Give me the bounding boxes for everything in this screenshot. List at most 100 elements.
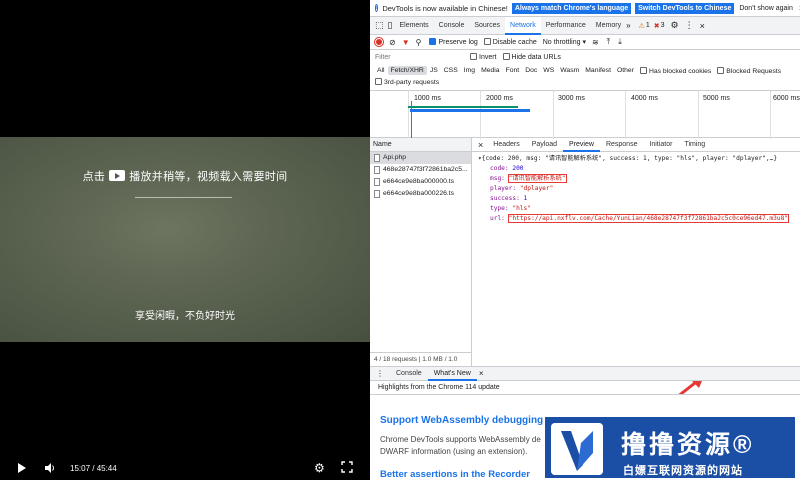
- timeline-grid-line: [625, 91, 626, 139]
- tab-console[interactable]: Console: [434, 17, 470, 35]
- tab-sources[interactable]: Sources: [469, 17, 505, 35]
- drawer-tabs: ⋮ Console What's New ×: [370, 366, 800, 381]
- export-har-icon[interactable]: ⤓: [618, 37, 622, 47]
- timeline-tick: 1000 ms: [414, 95, 441, 102]
- type-doc[interactable]: Doc: [522, 66, 540, 75]
- type-ws[interactable]: WS: [540, 66, 557, 75]
- tab-memory[interactable]: Memory: [591, 17, 626, 35]
- type-manifest[interactable]: Manifest: [582, 66, 614, 75]
- video-player[interactable]: 点击 播放并稍等，视频载入需要时间 享受闲暇，不负好时光 15:07 / 45:4…: [0, 0, 370, 480]
- search-icon[interactable]: ⚲: [416, 38, 422, 47]
- network-timeline[interactable]: 1000 ms 2000 ms 3000 ms 4000 ms 5000 ms …: [370, 90, 800, 139]
- request-list: Name Api.php 468e28747f3f72861ba2c5... e…: [370, 138, 472, 366]
- type-img[interactable]: Img: [461, 66, 478, 75]
- unchecked-icon: [483, 38, 491, 45]
- always-match-language-button[interactable]: Always match Chrome's language: [511, 2, 632, 14]
- device-toolbar-icon[interactable]: ▯: [388, 20, 393, 31]
- drawer-tab-console[interactable]: Console: [390, 367, 428, 381]
- tab-timing[interactable]: Timing: [678, 138, 711, 152]
- json-value-highlighted: "请讯智能解析系统": [507, 174, 567, 183]
- blocked-cookies-label: Has blocked cookies: [648, 67, 712, 75]
- file-icon: [374, 154, 380, 162]
- hint-divider: [135, 197, 232, 198]
- devtools-tabs: ⬚ ▯ Elements Console Sources Network Per…: [370, 16, 800, 35]
- timeline-bar-blue: [410, 109, 530, 112]
- request-row[interactable]: e664ce9e8ba000226.ts: [370, 188, 471, 200]
- timeline-tick: 5000 ms: [703, 95, 730, 102]
- tab-elements[interactable]: Elements: [394, 17, 433, 35]
- dont-show-again-button[interactable]: Don't show again: [739, 5, 792, 12]
- timeline-tick: 6000 ms: [773, 95, 800, 102]
- request-row[interactable]: e664ce9e8ba000000.ts: [370, 176, 471, 188]
- devtools-panel: i DevTools is now available in Chinese! …: [370, 0, 800, 480]
- switch-to-chinese-button[interactable]: Switch DevTools to Chinese: [635, 2, 735, 14]
- throttling-select[interactable]: No throttling ▾: [543, 38, 586, 46]
- close-detail-icon[interactable]: ×: [478, 140, 483, 150]
- network-toolbar: ⊘ ▼ ⚲ Preserve log Disable cache No thro…: [370, 35, 800, 50]
- third-party-label: 3rd-party requests: [384, 79, 440, 86]
- close-devtools-icon[interactable]: ×: [700, 21, 705, 31]
- drawer-menu-icon[interactable]: ⋮: [376, 369, 384, 378]
- unchecked-icon: [470, 53, 477, 60]
- request-row[interactable]: Api.php: [370, 152, 471, 164]
- infobar-message: DevTools is now available in Chinese!: [382, 3, 508, 13]
- type-css[interactable]: CSS: [441, 66, 461, 75]
- blocked-cookies-checkbox[interactable]: Has blocked cookies: [637, 66, 714, 76]
- tab-headers[interactable]: Headers: [487, 138, 525, 152]
- tab-response[interactable]: Response: [600, 138, 644, 152]
- json-value-highlighted[interactable]: "https://api.nxflv.com/Cache/YunLian/468…: [507, 214, 790, 223]
- import-har-icon[interactable]: ⤒: [607, 37, 611, 47]
- hide-data-urls-checkbox[interactable]: Hide data URLs: [502, 53, 561, 61]
- drawer-tab-whats-new[interactable]: What's New: [427, 367, 477, 381]
- more-tabs-icon[interactable]: »: [626, 21, 630, 30]
- type-js[interactable]: JS: [427, 66, 441, 75]
- tab-network[interactable]: Network: [505, 16, 541, 35]
- more-options-icon[interactable]: ⋮: [685, 20, 694, 31]
- type-font[interactable]: Font: [503, 66, 523, 75]
- record-icon[interactable]: [375, 38, 383, 46]
- disable-cache-checkbox[interactable]: Disable cache: [483, 38, 537, 46]
- type-media[interactable]: Media: [478, 66, 503, 75]
- feature-title[interactable]: Support WebAssembly debugging: [380, 415, 543, 426]
- filter-row: Invert Hide data URLs: [370, 50, 800, 64]
- fullscreen-icon[interactable]: [341, 461, 353, 473]
- request-name: e664ce9e8ba000226.ts: [383, 190, 455, 197]
- play-icon[interactable]: [18, 463, 26, 473]
- tab-preview[interactable]: Preview: [563, 138, 600, 152]
- filter-icon[interactable]: ▼: [402, 38, 410, 47]
- type-wasm[interactable]: Wasm: [557, 66, 582, 75]
- clear-icon[interactable]: ⊘: [389, 38, 396, 47]
- blocked-requests-checkbox[interactable]: Blocked Requests: [714, 66, 784, 76]
- settings-icon[interactable]: ⚙: [671, 20, 679, 31]
- json-key: player:: [490, 185, 520, 192]
- whats-new-subtitle: Highlights from the Chrome 114 update: [370, 381, 800, 395]
- type-fetch-xhr[interactable]: Fetch/XHR: [387, 66, 427, 75]
- settings-gear-icon[interactable]: ⚙: [314, 461, 325, 475]
- tab-performance[interactable]: Performance: [541, 17, 591, 35]
- close-drawer-tab-icon[interactable]: ×: [479, 369, 484, 378]
- type-all[interactable]: All: [374, 66, 388, 75]
- json-key: code:: [490, 165, 513, 172]
- hint-prefix: 点击: [82, 171, 106, 183]
- json-row-type: type: "hls": [478, 204, 800, 214]
- warning-icon[interactable]: ⚠: [639, 22, 645, 30]
- time-display: 15:07 / 45:44: [70, 464, 117, 473]
- inspect-icon[interactable]: ⬚: [375, 20, 384, 31]
- third-party-checkbox[interactable]: 3rd-party requests: [370, 78, 800, 90]
- network-conditions-icon[interactable]: ≋: [592, 38, 599, 47]
- error-icon[interactable]: ✖: [654, 22, 660, 30]
- filter-input[interactable]: [375, 53, 470, 61]
- feature-title[interactable]: Better assertions in the Recorder: [380, 469, 530, 480]
- type-other[interactable]: Other: [614, 66, 637, 75]
- invert-checkbox[interactable]: Invert: [470, 53, 497, 61]
- json-summary-row[interactable]: ▾{code: 200, msg: "请讯智能解析系统", success: 1…: [478, 154, 800, 164]
- request-name: 468e28747f3f72861ba2c5...: [383, 166, 468, 173]
- player-controls: 15:07 / 45:44 ⚙: [0, 455, 370, 480]
- volume-icon[interactable]: [44, 462, 56, 474]
- preserve-log-checkbox[interactable]: Preserve log: [429, 38, 478, 46]
- json-key: success:: [490, 195, 524, 202]
- tab-payload[interactable]: Payload: [526, 138, 563, 152]
- tab-initiator[interactable]: Initiator: [643, 138, 678, 152]
- request-row[interactable]: 468e28747f3f72861ba2c5...: [370, 164, 471, 176]
- name-column-header[interactable]: Name: [370, 138, 471, 152]
